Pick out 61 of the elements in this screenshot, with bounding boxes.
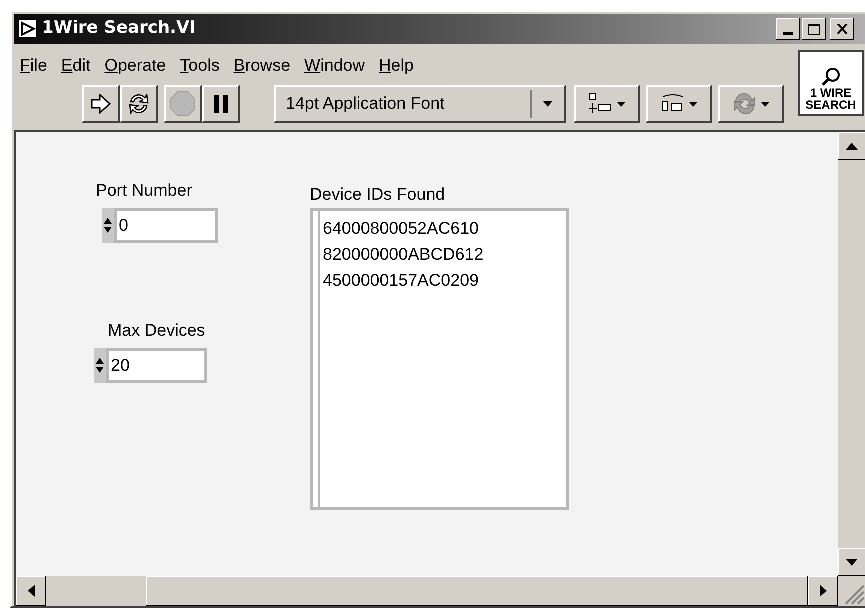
run-button[interactable]	[82, 85, 120, 123]
align-objects-button[interactable]	[574, 85, 640, 123]
list-item[interactable]: 820000000ABCD612	[323, 242, 566, 268]
control-label: Max Devices	[108, 320, 206, 342]
caret-icon	[543, 101, 553, 107]
up-arrow-icon	[96, 358, 104, 364]
increment-arrows[interactable]	[94, 348, 106, 383]
listbox-label: Device IDs Found	[310, 184, 446, 206]
minimize-icon	[783, 32, 793, 35]
maximize-button[interactable]	[802, 18, 826, 40]
cycle-arrows-icon	[127, 92, 151, 116]
magnifier-icon	[821, 67, 841, 87]
caret-icon	[688, 102, 698, 106]
close-icon	[836, 24, 848, 34]
scroll-up-button[interactable]	[838, 132, 865, 160]
distribute-objects-button[interactable]	[646, 85, 712, 123]
icon-label: SEARCH	[806, 99, 856, 111]
scroll-right-button[interactable]	[808, 576, 838, 606]
up-arrow-icon	[846, 142, 858, 150]
caret-icon	[616, 102, 626, 106]
menu-item[interactable]: Tools	[180, 53, 220, 79]
horizontal-scrollbar[interactable]	[16, 576, 838, 606]
caret-icon	[760, 102, 770, 106]
minimize-button[interactable]	[776, 18, 800, 40]
menu-item[interactable]: Browse	[234, 53, 291, 79]
maximize-icon	[808, 24, 820, 34]
align-icon	[588, 93, 612, 115]
font-dropdown[interactable]: 14pt Application Font	[274, 85, 566, 123]
pause-icon	[213, 95, 229, 113]
close-button[interactable]	[830, 18, 854, 40]
list-item[interactable]: 64000800052AC610	[323, 216, 566, 242]
right-arrow-icon	[820, 585, 826, 597]
arrow-icon	[90, 94, 112, 114]
menu-item[interactable]: Window	[304, 53, 366, 79]
increment-arrows[interactable]	[102, 208, 114, 243]
menu-item[interactable]: File	[20, 53, 48, 79]
numeric-field[interactable]: 20	[106, 348, 207, 383]
run-continuously-button[interactable]	[120, 85, 158, 123]
list-item[interactable]: 4500000157AC0209	[323, 268, 566, 294]
stop-icon	[170, 91, 196, 117]
menu-item[interactable]: Operate	[104, 53, 166, 79]
scroll-left-button[interactable]	[16, 576, 46, 606]
menu-item[interactable]: Help	[379, 53, 414, 79]
up-arrow-icon	[104, 218, 112, 224]
scroll-thumb[interactable]	[146, 576, 808, 606]
scroll-down-button[interactable]	[838, 548, 865, 576]
reorder-button[interactable]	[718, 85, 784, 123]
left-arrow-icon	[28, 585, 34, 597]
listbox[interactable]: 64000800052AC610 820000000ABCD612 4500000157AC0209	[310, 208, 569, 510]
down-arrow-icon	[846, 558, 858, 566]
down-arrow-icon	[104, 227, 112, 233]
control-label: Port Number	[96, 180, 192, 202]
icon-label: 1 WIRE	[810, 87, 852, 99]
numeric-field[interactable]: 0	[114, 208, 218, 243]
menu-item[interactable]: Edit	[61, 53, 91, 79]
down-arrow-icon	[96, 367, 104, 373]
reorder-icon	[732, 93, 756, 115]
pause-button[interactable]	[202, 85, 240, 123]
window-title: 1Wire Search.VI	[42, 17, 196, 40]
vertical-scrollbar[interactable]	[838, 132, 865, 576]
run-arrow-icon	[18, 19, 38, 39]
